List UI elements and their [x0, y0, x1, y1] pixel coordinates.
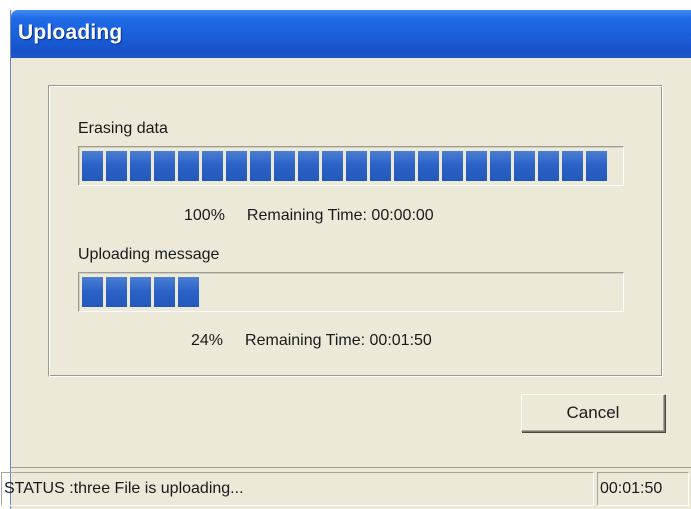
- progress-block: [154, 151, 175, 181]
- erasing-percent: 100%: [184, 207, 225, 224]
- status-message-panel: STATUS :three File is uploading...: [1, 472, 594, 506]
- title-bar[interactable]: Uploading: [11, 10, 691, 58]
- uploading-remaining-time: Remaining Time: 00:01:50: [245, 332, 432, 349]
- erasing-remaining-time: Remaining Time: 00:00:00: [246, 207, 434, 224]
- status-bar: STATUS :three File is uploading... 00:01…: [1, 467, 691, 509]
- erasing-progress-status: 100% Remaining Time: 00:00:00: [184, 207, 434, 225]
- progress-block: [274, 151, 295, 181]
- uploading-progress-bar: [78, 272, 624, 312]
- progress-block: [154, 277, 175, 307]
- progress-block: [490, 151, 511, 181]
- progress-block: [178, 151, 199, 181]
- progress-block: [178, 277, 199, 307]
- progress-block: [106, 277, 127, 307]
- progress-block: [82, 151, 103, 181]
- uploading-progress-status: 24% Remaining Time: 00:01:50: [191, 332, 432, 350]
- progress-block: [370, 151, 391, 181]
- progress-block: [202, 151, 223, 181]
- progress-block: [346, 151, 367, 181]
- progress-block: [514, 151, 535, 181]
- window-title: Uploading: [18, 21, 123, 44]
- progress-block: [322, 151, 343, 181]
- progress-fill: [82, 151, 607, 181]
- progress-fill: [82, 277, 199, 307]
- erasing-progress-bar: [78, 146, 624, 186]
- progress-block: [226, 151, 247, 181]
- progress-block: [538, 151, 559, 181]
- progress-block: [586, 151, 607, 181]
- progress-block: [106, 151, 127, 181]
- progress-block: [130, 277, 151, 307]
- progress-block: [250, 151, 271, 181]
- progress-block: [442, 151, 463, 181]
- uploading-percent: 24%: [191, 332, 224, 349]
- progress-block: [130, 151, 151, 181]
- progress-block: [562, 151, 583, 181]
- progress-block: [418, 151, 439, 181]
- cancel-button[interactable]: Cancel: [521, 394, 665, 432]
- progress-block: [82, 277, 103, 307]
- erasing-data-label: Erasing data: [78, 120, 168, 137]
- progress-block: [298, 151, 319, 181]
- progress-block: [394, 151, 415, 181]
- upload-dialog: Uploading Erasing data 100% Remaining Tim…: [1, 10, 691, 509]
- progress-block: [466, 151, 487, 181]
- status-time-panel: 00:01:50: [597, 472, 689, 506]
- uploading-message-label: Uploading message: [78, 246, 220, 263]
